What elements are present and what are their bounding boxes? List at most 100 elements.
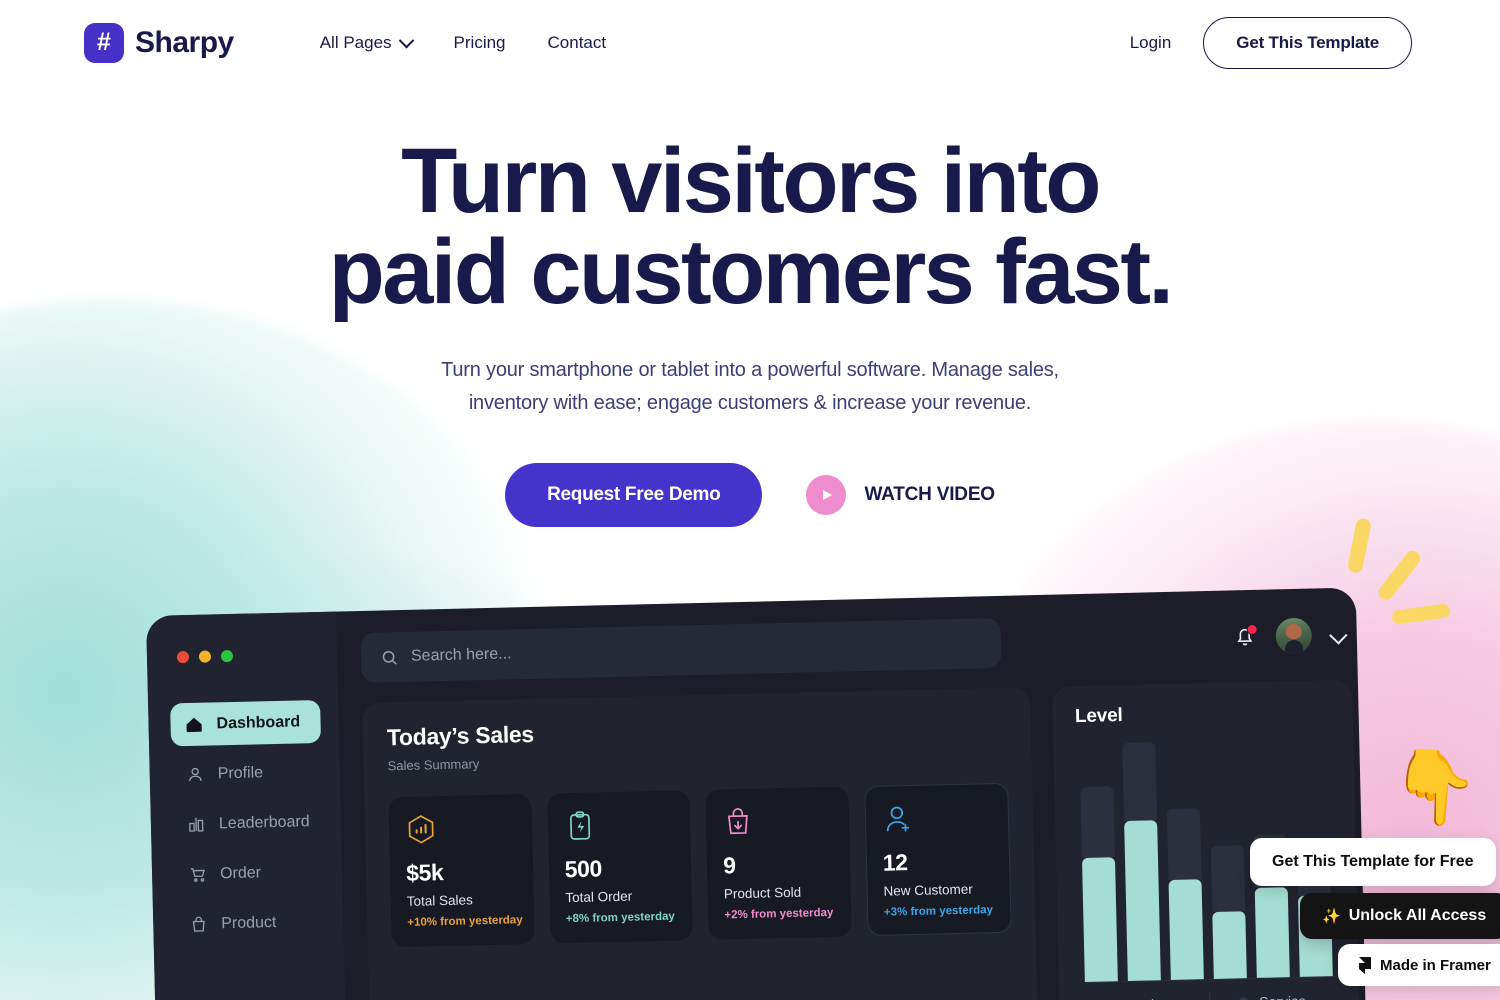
legend-item-volume: Volume [1086,995,1210,1000]
stat-card-new-customer[interactable]: 12 New Customer +3% from yesterday [863,782,1013,937]
stat-label: Total Sales [406,892,474,909]
hero-subtext: Turn your smartphone or tablet into a po… [441,359,1059,414]
hash-logo-icon: # [84,23,124,63]
nav-item-all-pages[interactable]: All Pages [319,32,414,53]
stat-card-product-sold[interactable]: 9 Product Sold +2% from yesterday [705,786,852,940]
hero-section: Turn visitors into paid customers fast. … [0,135,1500,527]
nav-item-all-pages-label: All Pages [319,33,392,52]
get-template-for-free-badge[interactable]: Get This Template for Free [1250,838,1496,886]
chart-bar-segment-volume [1082,857,1119,982]
stat-label: Product Sold [723,884,802,902]
bag-icon [189,915,208,934]
minimize-window-dot[interactable] [198,650,212,663]
stat-cards: $5k Total Sales +10% from yesterday 500 … [388,782,1013,948]
sidebar-item-profile-label: Profile [217,763,264,782]
legend-item-service: Service [1210,992,1334,1000]
hexagon-chart-icon [405,811,516,848]
stat-label: Total Order [565,888,633,906]
watch-video-button[interactable]: WATCH VIDEO [806,474,995,515]
notification-badge-dot [1246,623,1259,636]
dashboard-content: Today’s Sales Sales Summary $5k Total Sa… [362,679,1361,1000]
unlock-all-access-label: Unlock All Access [1348,907,1487,924]
request-free-demo-button[interactable]: Request Free Demo [505,462,763,527]
chart-bar-segment-service [1211,844,1246,913]
brand-logo[interactable]: # Sharpy [84,23,234,63]
headline-line-1: Turn visitors into [401,130,1101,232]
nav-right-actions: Login Get This Template [1130,17,1412,69]
clipboard-bolt-icon [563,808,674,845]
window-traffic-lights [176,648,319,664]
search-placeholder: Search here... [410,645,512,665]
chart-bar [1122,742,1162,981]
stat-value: $5k [405,859,444,886]
page-title: Turn visitors into paid customers fast. [0,135,1500,324]
sidebar-menu: Dashboard Profile Leaderboard Order Prod… [170,699,326,947]
maximize-window-dot[interactable] [220,649,234,663]
avatar[interactable] [1275,617,1313,655]
bar-chart-icon [187,815,206,834]
stat-delta: +2% from yesterday [724,906,834,922]
stat-value: 500 [564,855,603,883]
sidebar-item-leaderboard[interactable]: Leaderboard [172,800,323,847]
nav-item-contact[interactable]: Contact [548,33,607,53]
notification-bell-icon[interactable] [1234,623,1259,650]
stat-delta: +8% from yesterday [565,910,675,926]
chevron-down-icon[interactable] [1329,625,1348,645]
sidebar-item-leaderboard-label: Leaderboard [218,812,310,832]
bag-down-icon [722,804,833,841]
home-icon [184,715,203,734]
sidebar-item-order-label: Order [219,863,262,882]
hero-actions: Request Free Demo WATCH VIDEO [0,462,1500,527]
dashboard-mockup: Dashboard Profile Leaderboard Order Prod… [146,587,1367,1000]
made-in-framer-badge[interactable]: Made in Framer [1338,944,1500,986]
user-icon [186,765,205,784]
stat-delta: +3% from yesterday [883,904,994,919]
chart-bar-segment-service [1122,742,1158,821]
brand-name: Sharpy [135,26,234,59]
chart-bar-segment-volume [1255,886,1291,978]
pointing-down-hand-icon: 👇 [1387,744,1483,832]
sidebar-item-product-label: Product [221,913,277,932]
dashboard-sidebar: Dashboard Profile Leaderboard Order Prod… [146,611,347,1000]
chevron-down-icon [398,32,414,48]
unlock-all-access-badge[interactable]: ✨ Unlock All Access [1300,893,1500,939]
dashboard-header: Search here... [360,610,1351,683]
get-this-template-button[interactable]: Get This Template [1203,17,1412,69]
user-plus-icon [881,801,992,838]
sidebar-item-profile[interactable]: Profile [171,750,322,797]
headline-line-2: paid customers fast. [328,221,1174,324]
dashboard-main: Search here... Today’s Sales Sales Summa… [336,587,1366,1000]
landing-page: # Sharpy All Pages Pricing Contact Login… [0,0,1500,1000]
search-input[interactable]: Search here... [360,617,1002,683]
framer-logo-icon [1359,957,1371,974]
sidebar-item-order[interactable]: Order [174,850,325,897]
close-window-dot[interactable] [176,651,190,664]
dashboard-header-actions [1234,617,1352,656]
stat-delta: +10% from yesterday [407,914,523,929]
made-in-framer-label: Made in Framer [1380,956,1491,974]
stat-card-total-order[interactable]: 500 Total Order +8% from yesterday [546,790,693,944]
stat-card-total-sales[interactable]: $5k Total Sales +10% from yesterday [388,793,535,948]
cart-icon [188,865,207,884]
todays-sales-card: Today’s Sales Sales Summary $5k Total Sa… [362,687,1039,1000]
stat-value: 9 [722,852,736,879]
chart-bar-segment-volume [1212,911,1248,979]
sparkles-icon: ✨ [1322,908,1341,925]
top-navigation-bar: # Sharpy All Pages Pricing Contact Login… [0,0,1500,86]
legend-label-volume: Volume [1135,996,1182,1000]
login-link[interactable]: Login [1130,33,1172,53]
chart-bar-segment-volume [1168,879,1205,980]
nav-links: All Pages Pricing Contact [319,32,607,53]
chart-bar-segment-service [1167,807,1202,881]
chart-bar [1166,741,1205,980]
legend-label-service: Service [1259,993,1306,1000]
play-icon [806,474,847,515]
chart-bar-segment-service [1080,786,1116,859]
chart-bar-segment-volume [1124,819,1162,981]
stat-label: New Customer [883,881,973,899]
nav-item-pricing[interactable]: Pricing [454,33,506,53]
sidebar-item-dashboard[interactable]: Dashboard [170,699,322,747]
sidebar-item-product[interactable]: Product [175,900,326,947]
get-template-for-free-label: Get This Template for Free [1272,853,1474,870]
sidebar-item-dashboard-label: Dashboard [216,712,301,732]
